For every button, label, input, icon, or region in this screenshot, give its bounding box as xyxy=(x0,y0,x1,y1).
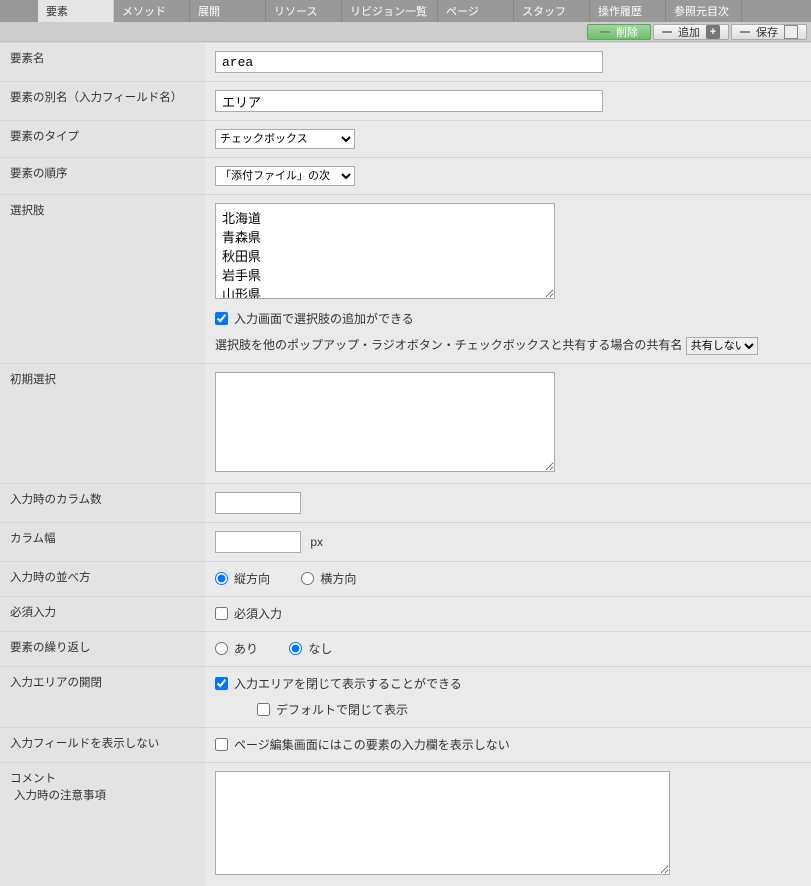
label-repeat: 要素の繰り返し xyxy=(0,632,205,667)
label-alias: 要素の別名（入力フィールド名） xyxy=(0,82,205,121)
hide-row[interactable]: ページ編集画面にはこの要素の入力欄を表示しない xyxy=(215,736,510,753)
label-colwidth: カラム幅 xyxy=(0,523,205,562)
add-button[interactable]: 追加 + xyxy=(653,24,729,40)
tab-refs[interactable]: 参照元目次 xyxy=(666,0,742,22)
label-hide: 入力フィールドを表示しない xyxy=(0,728,205,763)
label-columns: 入力時のカラム数 xyxy=(0,484,205,523)
collapse-checkbox[interactable] xyxy=(215,677,228,690)
collapse-default-row[interactable]: デフォルトで閉じて表示 xyxy=(257,701,408,718)
collapse-row[interactable]: 入力エリアを閉じて表示することができる xyxy=(215,675,462,692)
delete-button[interactable]: 削除 xyxy=(587,24,651,40)
minus-icon xyxy=(662,31,672,33)
plus-icon: + xyxy=(706,25,720,39)
tab-bar: 要素 メソッド 展開 リソース リビジョン一覧 ページ スタッフ 操作履歴 参照… xyxy=(0,0,811,22)
orient-horizontal-row[interactable]: 横方向 xyxy=(301,570,356,587)
share-label: 選択肢を他のポップアップ・ラジオボタン・チェックボックスと共有する場合の共有名 xyxy=(215,338,682,352)
label-required: 必須入力 xyxy=(0,597,205,632)
required-check-label: 必須入力 xyxy=(234,605,282,622)
repeat-no-row[interactable]: なし xyxy=(289,640,332,657)
minus-icon xyxy=(600,31,610,33)
px-label: px xyxy=(310,535,323,549)
comment-textarea[interactable] xyxy=(215,771,670,875)
tab-revisions[interactable]: リビジョン一覧 xyxy=(342,0,438,22)
save-icon xyxy=(784,25,798,39)
type-select[interactable]: チェックボックス xyxy=(215,129,355,149)
tab-method[interactable]: メソッド xyxy=(114,0,190,22)
repeat-yes-label: あり xyxy=(234,640,258,657)
options-addable-label: 入力画面で選択肢の追加ができる xyxy=(234,310,414,327)
repeat-no-label: なし xyxy=(308,640,332,657)
label-orient: 入力時の並べ方 xyxy=(0,562,205,597)
label-order: 要素の順序 xyxy=(0,158,205,195)
options-textarea[interactable]: 北海道 青森県 秋田県 岩手県 山形県 xyxy=(215,203,555,299)
name-input[interactable] xyxy=(215,51,603,73)
action-bar: 削除 追加 + 保存 xyxy=(0,22,811,42)
orient-vertical-row[interactable]: 縦方向 xyxy=(215,570,270,587)
alias-input[interactable] xyxy=(215,90,603,112)
label-name: 要素名 xyxy=(0,43,205,82)
columns-input[interactable] xyxy=(215,492,301,514)
orient-horizontal-radio[interactable] xyxy=(301,572,314,585)
options-addable-row[interactable]: 入力画面で選択肢の追加ができる xyxy=(215,310,414,327)
options-addable-checkbox[interactable] xyxy=(215,312,228,325)
required-row[interactable]: 必須入力 xyxy=(215,605,282,622)
repeat-yes-radio[interactable] xyxy=(215,642,228,655)
label-options: 選択肢 xyxy=(0,195,205,364)
tab-element[interactable]: 要素 xyxy=(38,0,114,22)
colwidth-input[interactable] xyxy=(215,531,301,553)
tab-spacer xyxy=(0,0,38,22)
orient-horizontal-label: 横方向 xyxy=(320,570,356,587)
initial-textarea[interactable] xyxy=(215,372,555,472)
required-checkbox[interactable] xyxy=(215,607,228,620)
label-type: 要素のタイプ xyxy=(0,121,205,158)
tab-resource[interactable]: リソース xyxy=(266,0,342,22)
save-button[interactable]: 保存 xyxy=(731,24,807,40)
repeat-yes-row[interactable]: あり xyxy=(215,640,258,657)
collapse-default-checkbox[interactable] xyxy=(257,703,270,716)
minus-icon xyxy=(740,31,750,33)
tab-page[interactable]: ページ xyxy=(438,0,514,22)
label-initial: 初期選択 xyxy=(0,364,205,484)
hide-checkbox[interactable] xyxy=(215,738,228,751)
tab-expand[interactable]: 展開 xyxy=(190,0,266,22)
tab-staff[interactable]: スタッフ xyxy=(514,0,590,22)
label-comment: コメント 入力時の注意事項 xyxy=(0,763,205,886)
tab-history[interactable]: 操作履歴 xyxy=(590,0,666,22)
add-label: 追加 xyxy=(678,24,700,40)
repeat-no-radio[interactable] xyxy=(289,642,302,655)
collapse-default-label: デフォルトで閉じて表示 xyxy=(276,701,408,718)
form-table: 要素名 要素の別名（入力フィールド名） 要素のタイプ チェックボックス 要素の順… xyxy=(0,42,811,886)
label-collapse: 入力エリアの開閉 xyxy=(0,667,205,728)
delete-label: 削除 xyxy=(616,24,638,40)
share-select[interactable]: 共有しない xyxy=(686,337,758,355)
hide-check-label: ページ編集画面にはこの要素の入力欄を表示しない xyxy=(234,736,510,753)
orient-vertical-radio[interactable] xyxy=(215,572,228,585)
collapse-check-label: 入力エリアを閉じて表示することができる xyxy=(234,675,462,692)
save-label: 保存 xyxy=(756,24,778,40)
order-select[interactable]: 「添付ファイル」の次 xyxy=(215,166,355,186)
orient-vertical-label: 縦方向 xyxy=(234,570,270,587)
